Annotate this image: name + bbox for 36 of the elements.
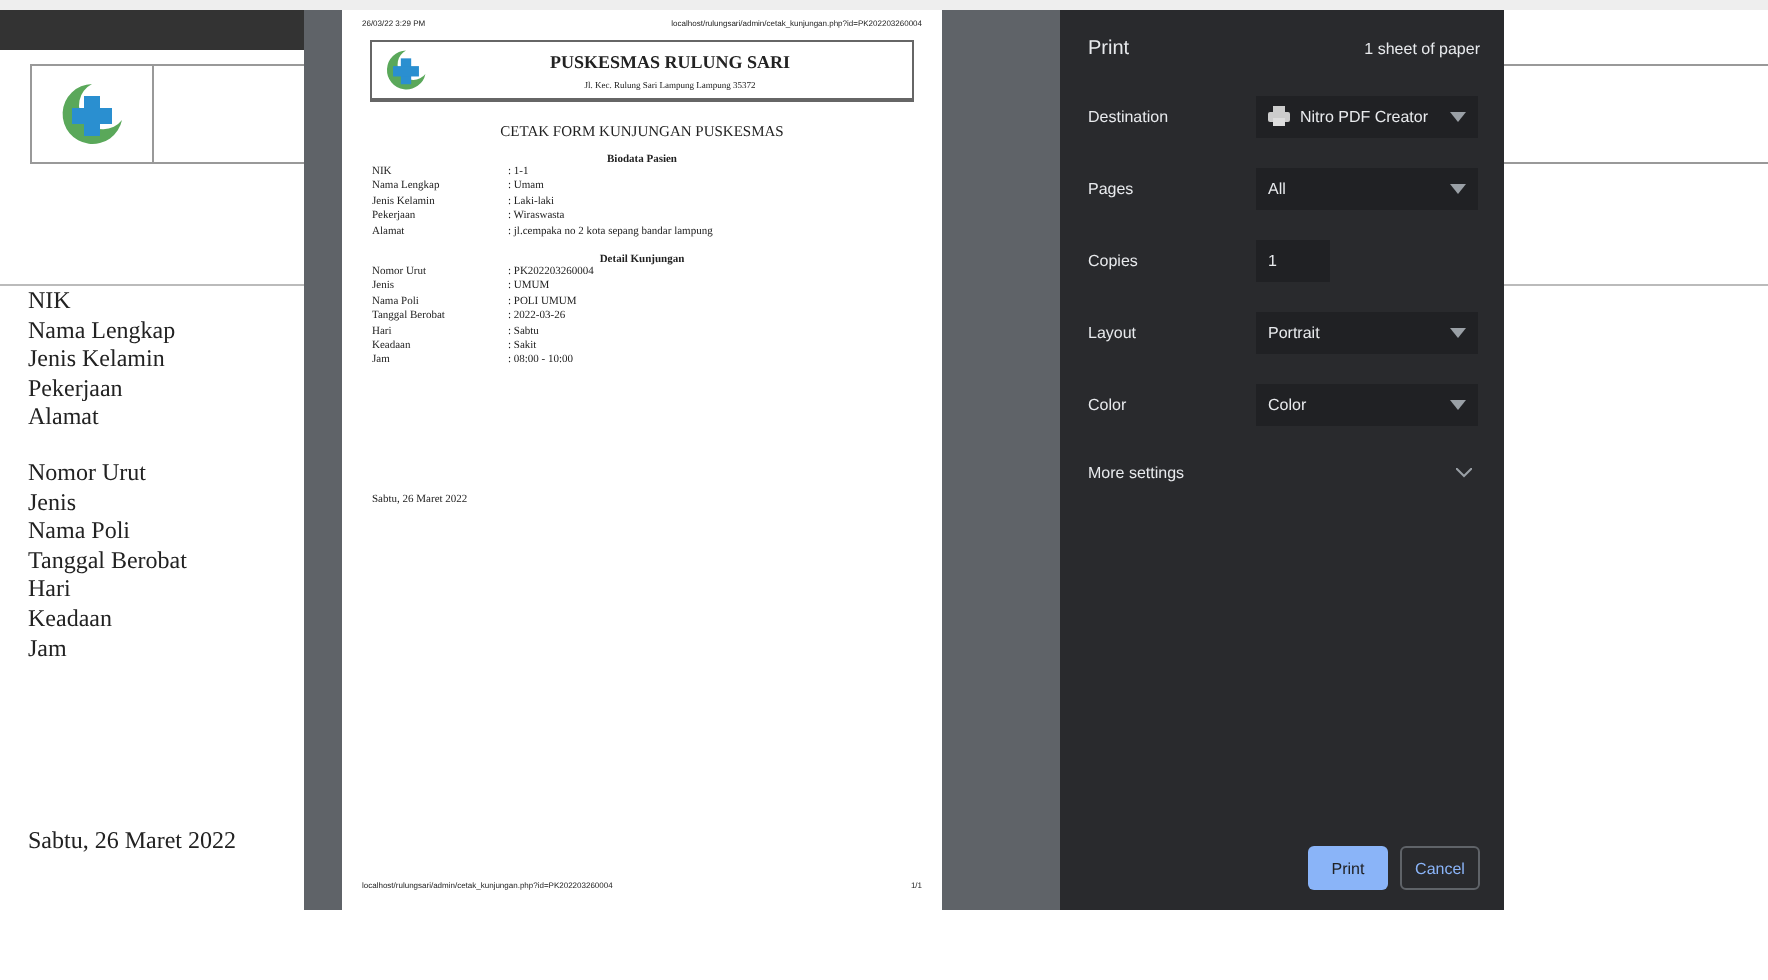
field-label: Tanggal Berobat [28, 545, 187, 575]
field-label: Jenis Kelamin [28, 344, 165, 374]
setting-label: Destination [1088, 107, 1171, 125]
signature-date: Sabtu, 26 Maret 2022 [28, 826, 236, 857]
dropdown[interactable]: Color [1256, 383, 1478, 425]
sheet-count: 1 sheet of paper [1364, 40, 1480, 58]
dropdown[interactable]: Portrait [1256, 311, 1478, 353]
caret-icon [1450, 111, 1466, 121]
field-label: Nama Lengkap [28, 315, 176, 345]
field-label: Alamat [28, 402, 99, 432]
field-label: Nomor Urut [28, 457, 146, 488]
setting-label: Color [1088, 395, 1129, 413]
print-button[interactable]: Print [1308, 846, 1388, 890]
clinic-name: PUSKESMAS RULUNG SARI [549, 51, 791, 71]
setting-label: Pages [1088, 179, 1136, 197]
field-label: Nama Poli [28, 516, 130, 546]
caret-icon [1450, 327, 1466, 337]
printer-icon [1268, 106, 1290, 126]
setting-label: Copies [1088, 251, 1140, 269]
dropdown[interactable]: All [1256, 167, 1478, 209]
dropdown[interactable]: Nitro PDF Creator [1256, 95, 1478, 137]
clinic-logo [58, 80, 126, 148]
more-settings-toggle[interactable]: More settings [1088, 464, 1480, 482]
field-label: Keadaan [28, 603, 112, 634]
setting-label: Layout [1088, 323, 1139, 341]
field-label: Jam [28, 633, 67, 663]
caret-icon [1450, 399, 1466, 409]
copies-field[interactable]: 1 [1256, 239, 1330, 281]
dialog-title: Print [1088, 38, 1130, 60]
field-label: Jenis [28, 487, 76, 517]
cancel-button[interactable]: Cancel [1400, 846, 1480, 890]
field-label: Pekerjaan [28, 373, 123, 403]
clinic-logo [384, 48, 428, 92]
field-label: Hari [28, 574, 71, 604]
caret-icon [1450, 183, 1466, 193]
field-label: NIK [28, 286, 71, 316]
